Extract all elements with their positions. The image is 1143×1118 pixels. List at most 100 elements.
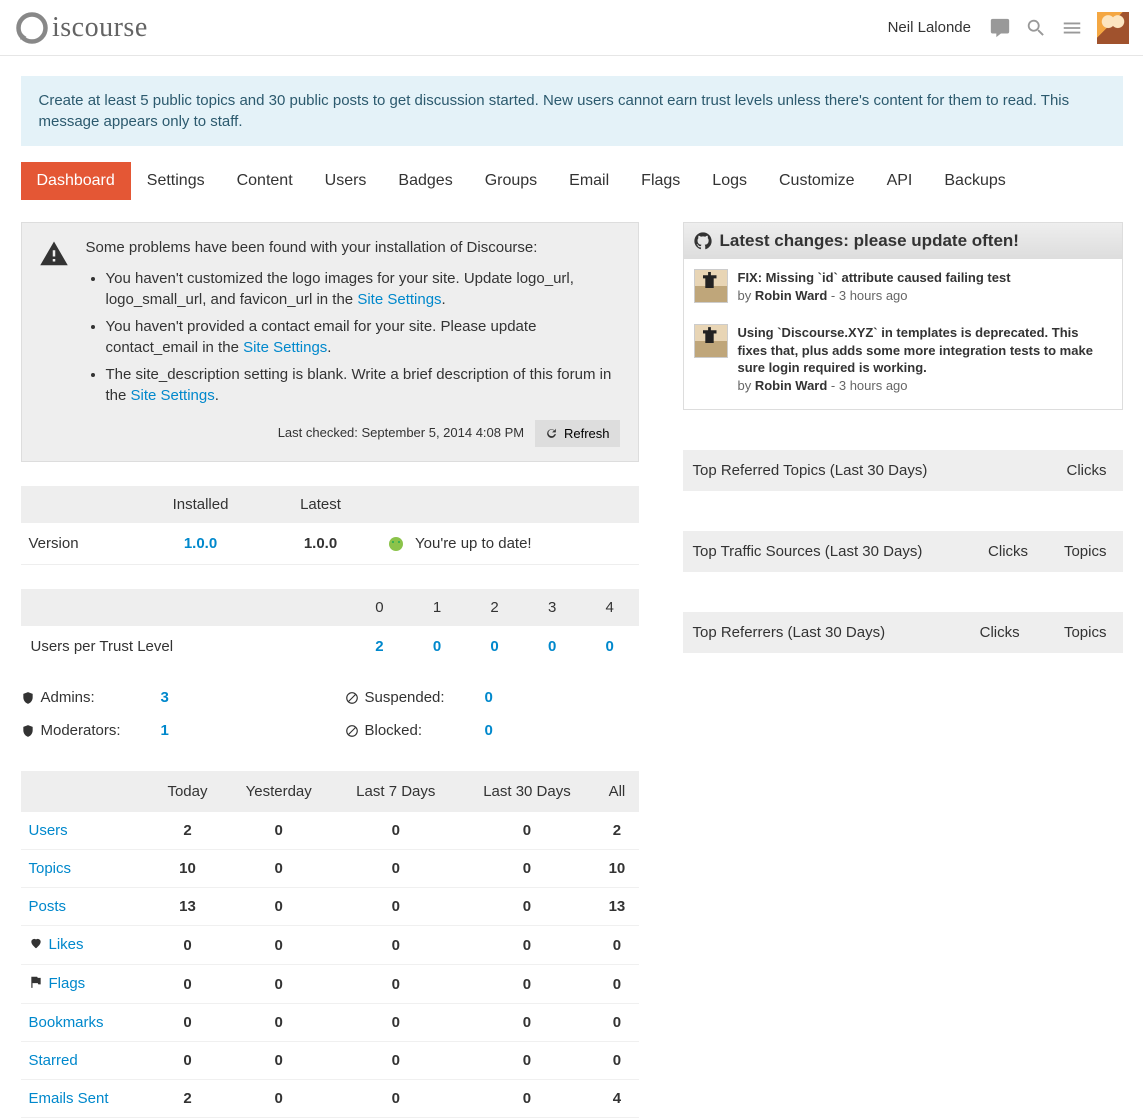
problems-list: You haven't customized the logo images f… (86, 268, 620, 406)
stats-value: 13 (151, 888, 225, 926)
version-label: Version (21, 523, 141, 565)
top-referred-topics: Top Referred Topics (Last 30 Days) Click… (683, 450, 1123, 491)
stats-label[interactable]: Bookmarks (29, 1014, 104, 1031)
staff-notice: Create at least 5 public topics and 30 p… (21, 76, 1123, 146)
site-logo[interactable]: iscourse (14, 10, 148, 46)
trust-row-label: Users per Trust Level (21, 626, 351, 667)
change-item[interactable]: FIX: vBulletin pre-processing regexes or… (684, 404, 1122, 409)
stats-label[interactable]: Posts (29, 898, 67, 915)
suspended-label: Suspended: (365, 689, 445, 706)
nav-api[interactable]: API (871, 162, 929, 200)
site-settings-link[interactable]: Site Settings (131, 387, 215, 404)
site-settings-link[interactable]: Site Settings (243, 339, 327, 356)
version-table: Installed Latest Version 1.0.0 1.0.0 You… (21, 486, 639, 565)
header-controls: Neil Lalonde (888, 12, 1129, 44)
admins-count[interactable]: 3 (161, 689, 169, 706)
problems-panel: Some problems have been found with your … (21, 222, 639, 462)
stats-table: Today Yesterday Last 7 Days Last 30 Days… (21, 771, 639, 1118)
stats-value: 13 (595, 888, 638, 926)
version-latest: 1.0.0 (261, 523, 381, 565)
stats-label[interactable]: Topics (29, 860, 72, 877)
stats-row: Emails Sent20004 (21, 1080, 639, 1118)
nav-groups[interactable]: Groups (469, 162, 553, 200)
stats-row: Flags00000 (21, 965, 639, 1004)
trust-value[interactable]: 0 (548, 638, 556, 655)
stats-row: Likes00000 (21, 926, 639, 965)
trust-value[interactable]: 0 (433, 638, 441, 655)
change-item[interactable]: FIX: Missing `id` attribute caused faili… (684, 259, 1122, 314)
stats-value: 0 (459, 1080, 596, 1118)
stats-value: 0 (224, 965, 332, 1004)
nav-content[interactable]: Content (221, 162, 309, 200)
logo-text: iscourse (52, 12, 148, 44)
stats-value: 0 (333, 888, 459, 926)
user-avatar[interactable] (1097, 12, 1129, 44)
stats-value: 0 (459, 888, 596, 926)
last-checked: Last checked: September 5, 2014 4:08 PM (278, 425, 524, 440)
stats-value: 0 (151, 965, 225, 1004)
stats-value: 0 (333, 965, 459, 1004)
stats-row: Starred00000 (21, 1042, 639, 1080)
stats-row: Bookmarks00000 (21, 1004, 639, 1042)
problem-item: You haven't provided a contact email for… (106, 316, 620, 358)
stats-value: 10 (595, 850, 638, 888)
stats-value: 0 (459, 850, 596, 888)
stats-value: 0 (595, 1004, 638, 1042)
hamburger-icon[interactable] (1061, 17, 1083, 39)
stats-row: Topics1000010 (21, 850, 639, 888)
nav-customize[interactable]: Customize (763, 162, 871, 200)
stats-label[interactable]: Users (29, 822, 68, 839)
nav-flags[interactable]: Flags (625, 162, 696, 200)
nav-dashboard[interactable]: Dashboard (21, 162, 131, 200)
admin-nav: Dashboard Settings Content Users Badges … (21, 162, 1123, 200)
moderators-label: Moderators: (41, 722, 121, 739)
refresh-button[interactable]: Refresh (535, 420, 620, 447)
stats-value: 0 (333, 1042, 459, 1080)
stats-label[interactable]: Starred (29, 1052, 78, 1069)
stats-value: 0 (224, 1080, 332, 1118)
stats-value: 0 (224, 1042, 332, 1080)
blocked-count[interactable]: 0 (485, 722, 493, 739)
speech-bubble-icon[interactable] (989, 17, 1011, 39)
ban-icon (345, 691, 359, 705)
moderators-count[interactable]: 1 (161, 722, 169, 739)
stats-value: 0 (333, 850, 459, 888)
nav-backups[interactable]: Backups (928, 162, 1021, 200)
stats-value: 0 (459, 812, 596, 850)
version-status: You're up to date! (381, 523, 639, 565)
stats-value: 0 (151, 1004, 225, 1042)
trust-value[interactable]: 2 (375, 638, 383, 655)
discourse-logo-icon (14, 10, 50, 46)
search-icon[interactable] (1025, 17, 1047, 39)
nav-users[interactable]: Users (309, 162, 383, 200)
stats-value: 0 (333, 1080, 459, 1118)
stats-value: 0 (459, 1004, 596, 1042)
nav-badges[interactable]: Badges (382, 162, 468, 200)
stats-label[interactable]: Likes (49, 936, 84, 953)
refresh-icon (545, 427, 558, 440)
stats-value: 0 (459, 926, 596, 965)
stats-value: 10 (151, 850, 225, 888)
nav-logs[interactable]: Logs (696, 162, 763, 200)
site-settings-link[interactable]: Site Settings (357, 291, 441, 308)
trust-value[interactable]: 0 (606, 638, 614, 655)
warning-icon (36, 237, 72, 412)
stats-value: 0 (333, 1004, 459, 1042)
nav-email[interactable]: Email (553, 162, 625, 200)
stats-value: 0 (595, 926, 638, 965)
problem-item: The site_description setting is blank. W… (106, 364, 620, 406)
trust-value[interactable]: 0 (490, 638, 498, 655)
version-installed[interactable]: 1.0.0 (141, 523, 261, 565)
github-icon (694, 232, 712, 250)
role-counts: Admins: 3 Moderators: 1 Suspended: 0 Blo… (21, 681, 639, 747)
stats-value: 0 (224, 926, 332, 965)
suspended-count[interactable]: 0 (485, 689, 493, 706)
smiley-icon (389, 537, 403, 551)
stats-row: Users20002 (21, 812, 639, 850)
stats-label[interactable]: Emails Sent (29, 1090, 109, 1107)
current-user-name[interactable]: Neil Lalonde (888, 19, 971, 36)
nav-settings[interactable]: Settings (131, 162, 221, 200)
stats-label[interactable]: Flags (49, 975, 86, 992)
change-item[interactable]: Using `Discourse.XYZ` in templates is de… (684, 314, 1122, 404)
stats-value: 0 (333, 926, 459, 965)
